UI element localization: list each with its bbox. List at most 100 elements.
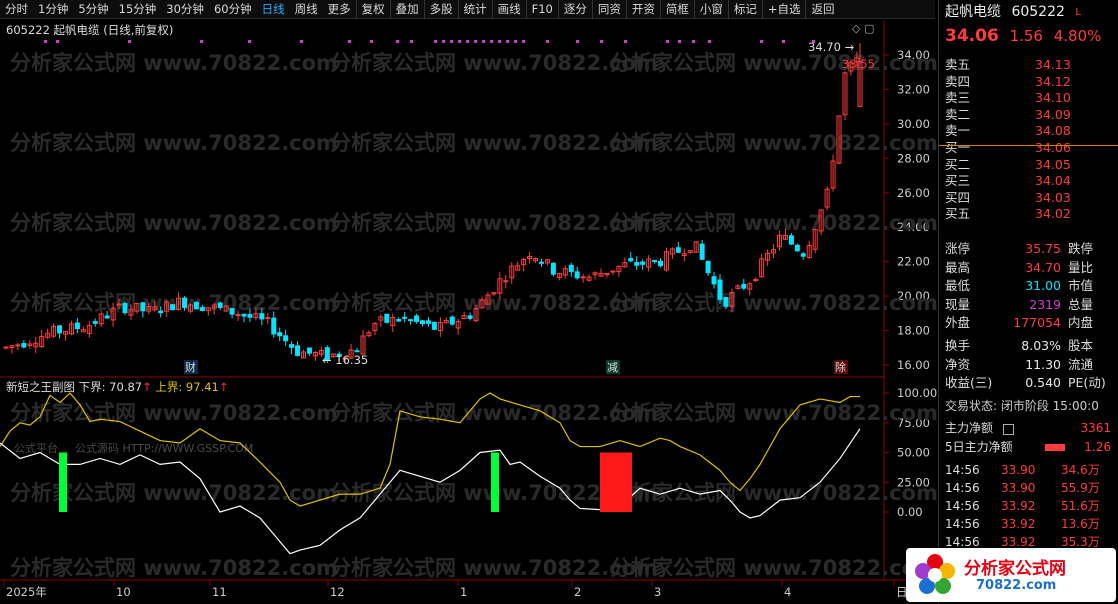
- signal-dot: [522, 40, 525, 43]
- candle-body: [574, 271, 580, 279]
- candle-body: [723, 297, 729, 307]
- signal-dot: [678, 40, 681, 43]
- main-flow-value: 3361: [1080, 421, 1111, 435]
- signal-dot: [348, 40, 351, 43]
- candle-body: [414, 315, 420, 322]
- watermark: 分析家公式网 www.70822.com: [610, 291, 938, 315]
- candle-body: [420, 320, 425, 325]
- candle-body: [711, 276, 717, 285]
- level-price: 34.09: [1035, 106, 1071, 122]
- event-marker-label: 除: [835, 360, 846, 374]
- watermark: 分析家公式网 www.70822.com: [10, 51, 338, 75]
- signal-dot: [666, 40, 669, 43]
- candle-body: [604, 273, 610, 276]
- signal-dot: [410, 40, 413, 43]
- candle-body: [675, 247, 681, 253]
- signal-dot: [600, 40, 603, 43]
- candle-body: [140, 302, 146, 312]
- level-label: 买五: [945, 206, 971, 222]
- tick-row[interactable]: 14:56 33.92 13.6万: [945, 515, 1117, 533]
- kline-chart[interactable]: 34.0032.0030.0028.0026.0024.0022.0020.00…: [0, 0, 938, 604]
- price-axis-label: 22.00: [897, 255, 930, 269]
- level-price: 34.13: [1035, 57, 1071, 72]
- signal-dot: [450, 40, 453, 43]
- candle-body: [705, 260, 711, 274]
- watermark: 分析家公式网 www.70822.com: [330, 211, 658, 235]
- event-marker-label: 减: [607, 361, 618, 374]
- flow5-row: 5日主力净额 1.26: [945, 440, 1111, 454]
- level-label: 买二: [945, 156, 971, 172]
- candle-body: [229, 308, 235, 315]
- watermark: 分析家公式网 www.70822.com: [10, 401, 338, 425]
- candle-body: [658, 261, 663, 267]
- signal-dot: [490, 40, 493, 43]
- trade-status: 交易状态: 闭市阶段 15:00:0: [945, 399, 1099, 413]
- watermark: 分析家公式网 www.70822.com: [610, 401, 938, 425]
- signal-dot: [434, 40, 437, 43]
- candle-body: [467, 315, 473, 319]
- upper-bound-label: 上界: 97.41: [155, 380, 219, 394]
- tick-row[interactable]: 14:56 33.92 51.6万: [945, 497, 1117, 515]
- candle-body: [717, 279, 723, 300]
- signal-dot: [498, 40, 501, 43]
- level-label: 卖三: [945, 90, 971, 106]
- signal-dot: [56, 40, 59, 43]
- order-book-row[interactable]: 买二 34.05: [945, 156, 1117, 173]
- candle-body: [182, 297, 187, 308]
- stock-code: 605222: [1011, 4, 1065, 20]
- price-axis-label: 16.00: [897, 358, 930, 372]
- sell-signal-bar: [600, 452, 632, 512]
- candle-body: [652, 259, 658, 262]
- candle-body: [408, 319, 414, 322]
- signal-dot: [692, 40, 695, 43]
- candle-body: [259, 313, 265, 320]
- watermark: 分析家公式网 www.70822.com: [610, 131, 938, 155]
- signal-dot: [576, 40, 579, 43]
- order-book-row[interactable]: 卖三 34.10: [945, 89, 1117, 106]
- order-book-row[interactable]: 买三 34.04: [945, 172, 1117, 189]
- order-book-row[interactable]: 买一 34.06: [945, 139, 1117, 156]
- logo-text: 分析家公式网: [964, 559, 1066, 579]
- level-label: 卖五: [945, 57, 971, 72]
- watermark: 分析家公式网 www.70822.com: [330, 556, 658, 580]
- candle-body: [580, 276, 586, 279]
- date-axis-label: 2: [574, 585, 581, 599]
- order-book-row[interactable]: 卖四 34.12: [945, 73, 1117, 90]
- candle-body: [800, 253, 806, 257]
- price-axis-label: 32.00: [897, 82, 930, 96]
- order-book-row[interactable]: 卖二 34.09: [945, 106, 1117, 123]
- candle-body: [699, 243, 705, 260]
- candle-body: [354, 350, 360, 353]
- signal-dot: [514, 40, 517, 43]
- price-axis-label: 26.00: [897, 186, 930, 200]
- level-price: 34.10: [1035, 90, 1071, 106]
- market-tag: L: [1075, 7, 1081, 18]
- order-book-row[interactable]: 卖一 34.08: [945, 122, 1117, 139]
- indicator-axis-label: 0.00: [897, 505, 923, 519]
- tick-row[interactable]: 14:56 33.90 55.9万: [945, 479, 1117, 497]
- candle-body: [628, 258, 634, 262]
- signal-dot: [442, 40, 445, 43]
- candle-body: [425, 320, 431, 324]
- candle-body: [794, 244, 800, 252]
- order-book-row[interactable]: 买五 34.02: [945, 205, 1117, 222]
- watermark: 分析家公式网 www.70822.com: [610, 556, 938, 580]
- order-book-row[interactable]: 买四 34.03: [945, 189, 1117, 206]
- watermark: 分析家公式网 www.70822.com: [330, 131, 658, 155]
- signal-dot: [708, 40, 711, 43]
- stat-row: 外盘 177054 内盘: [945, 315, 1094, 331]
- order-book-row[interactable]: 卖五 34.13: [945, 56, 1117, 73]
- watermark: 公式平台: [14, 441, 58, 455]
- candle-body: [640, 261, 646, 265]
- level-price: 34.08: [1035, 123, 1071, 139]
- stat-row: 换手 8.03% 股本: [945, 338, 1094, 353]
- watermark: 公式源码 HTTP://WWW.GSSP.COM: [75, 441, 253, 455]
- watermark: 分析家公式网 www.70822.com: [610, 481, 938, 505]
- tick-row[interactable]: 14:56 33.90 34.6万: [945, 461, 1117, 479]
- quote-panel: 起帆电缆 605222 L 34.06 1.56 4.80% 卖五 34.13 卖四…: [938, 0, 1118, 604]
- watermark: 分析家公式网 www.70822.com: [330, 401, 658, 425]
- low-price-label: ← 16.35: [322, 353, 368, 367]
- signal-dot: [370, 40, 373, 43]
- candle-body: [74, 322, 80, 330]
- candle-body: [265, 317, 271, 320]
